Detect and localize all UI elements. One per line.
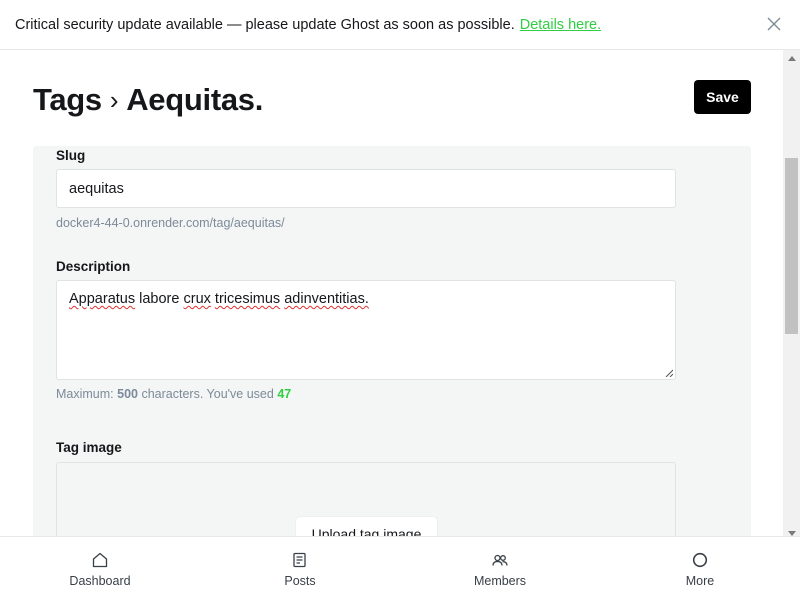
house-icon: [92, 552, 108, 568]
description-word: adinventitias.: [284, 291, 369, 307]
description-word: Apparatus: [69, 291, 136, 307]
nav-label: Posts: [284, 574, 316, 588]
banner-message: Critical security update available — ple…: [15, 16, 515, 33]
description-label: Description: [56, 259, 131, 274]
nav-item-posts[interactable]: Posts: [200, 537, 400, 600]
nav-item-more[interactable]: More: [600, 537, 800, 600]
description-word: labore: [139, 291, 180, 307]
bottom-nav: Dashboard Posts Members More: [0, 536, 800, 600]
nav-item-members[interactable]: Members: [400, 537, 600, 600]
save-button[interactable]: Save: [694, 80, 751, 114]
circle-icon: [692, 552, 708, 568]
nav-label: More: [685, 574, 715, 588]
page-title: Tags › Aequitas.: [33, 82, 263, 118]
members-icon: [492, 554, 508, 566]
slug-value: aequitas: [69, 180, 124, 197]
hint-used-count: 47: [277, 387, 292, 401]
tag-settings-panel: Slug aequitas docker4-44-0.onrender.com/…: [33, 146, 751, 582]
nav-label: Dashboard: [69, 574, 131, 588]
tag-image-label: Tag image: [56, 440, 122, 455]
slug-input[interactable]: aequitas: [56, 169, 676, 208]
scroll-up-arrow-icon[interactable]: [788, 56, 796, 61]
resize-handle-icon[interactable]: [665, 369, 673, 377]
scrollbar-thumb[interactable]: [785, 158, 798, 334]
breadcrumb-separator: ›: [109, 84, 119, 115]
scrollbar[interactable]: [783, 50, 800, 536]
close-icon[interactable]: [766, 16, 782, 32]
slug-url-hint: docker4-44-0.onrender.com/tag/aequitas/: [56, 216, 285, 230]
banner-details-link[interactable]: Details here.: [520, 17, 601, 33]
description-word: tricesimus: [214, 291, 281, 307]
hint-max: 500: [117, 387, 138, 401]
description-char-hint: Maximum: 500 characters. You've used 47: [56, 387, 291, 401]
description-textarea[interactable]: Apparatus labore crux tricesimus adinven…: [56, 280, 676, 380]
page-header: Tags › Aequitas. Save: [33, 80, 751, 120]
posts-icon: [293, 552, 306, 568]
slug-label: Slug: [56, 148, 86, 163]
description-word: crux: [183, 291, 211, 307]
hint-prefix: Maximum:: [56, 387, 114, 401]
breadcrumb-tags-link[interactable]: Tags: [33, 82, 102, 118]
hint-middle: characters. You've used: [141, 387, 274, 401]
security-banner: Critical security update available — ple…: [0, 0, 800, 50]
nav-label: Members: [473, 574, 527, 588]
nav-item-dashboard[interactable]: Dashboard: [0, 537, 200, 600]
tag-name-title: Aequitas.: [126, 82, 264, 117]
